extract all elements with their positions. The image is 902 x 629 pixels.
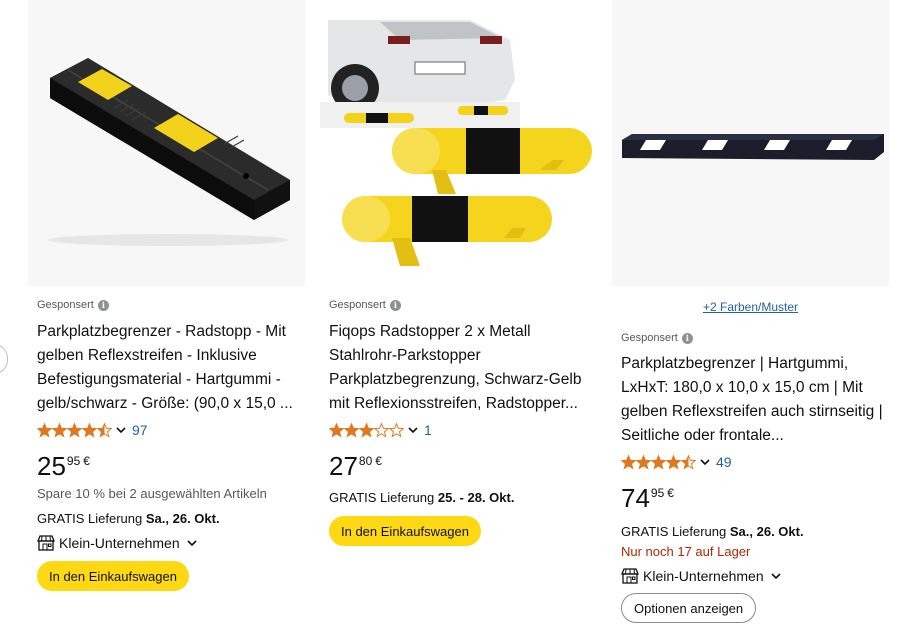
price-fraction: 80 — [358, 454, 373, 468]
wheel-stop-image — [48, 58, 290, 246]
product-image[interactable] — [28, 0, 305, 286]
badge-text: Klein-Unternehmen — [59, 535, 180, 551]
delivery-info: GRATIS Lieferung 25. - 28. Okt. — [329, 490, 591, 505]
delivery-prefix: GRATIS Lieferung — [37, 511, 146, 526]
add-to-cart-button[interactable]: In den Einkaufswagen — [329, 516, 481, 546]
info-icon[interactable]: i — [97, 299, 109, 311]
review-count-link[interactable]: 97 — [132, 422, 148, 438]
star-half-icon — [97, 422, 112, 437]
product-title-link[interactable]: Parkplatzbegrenzer | Hartgummi, LxHxT: 1… — [621, 352, 883, 448]
star-full-icon — [651, 454, 666, 469]
review-count-link[interactable]: 49 — [716, 454, 732, 470]
see-options-button[interactable]: Optionen anzeigen — [621, 593, 757, 623]
rating-row[interactable]: 1 — [329, 420, 591, 440]
delivery-prefix: GRATIS Lieferung — [621, 524, 730, 539]
currency-symbol: € — [375, 454, 382, 468]
product-title-link[interactable]: Fiqops Radstopper 2 x Metall Stahlrohr-P… — [329, 320, 591, 416]
price-whole: 27 — [329, 451, 358, 481]
delivery-prefix: GRATIS Lieferung — [329, 490, 438, 505]
carousel-prev-button[interactable] — [0, 344, 8, 374]
product-image[interactable] — [320, 0, 597, 286]
steel-parking-stopper-image — [320, 0, 597, 286]
sponsored-label[interactable]: Gesponsert i — [329, 297, 591, 313]
star-empty-icon — [389, 422, 404, 437]
star-empty-icon — [374, 422, 389, 437]
price-fraction: 95 — [66, 454, 81, 468]
star-rating[interactable] — [621, 454, 696, 470]
delivery-info: GRATIS Lieferung Sa., 26. Okt. — [37, 511, 299, 526]
star-full-icon — [329, 422, 344, 437]
star-full-icon — [666, 454, 681, 469]
stock-warning: Nur noch 17 auf Lager — [621, 544, 751, 559]
price-whole: 25 — [37, 451, 66, 481]
star-full-icon — [37, 422, 52, 437]
star-rating[interactable] — [37, 422, 112, 438]
long-wheel-stop-image — [622, 134, 884, 160]
product-card: Gesponsert i Fiqops Radstopper 2 x Metal… — [320, 0, 597, 629]
star-full-icon — [67, 422, 82, 437]
product-card: +2 Farben/Muster Gesponsert i Parkplatzb… — [612, 0, 889, 629]
chevron-down-icon[interactable] — [769, 569, 783, 583]
promo-text: Spare 10 % bei 2 ausgewählten Artikeln — [37, 486, 267, 501]
store-icon — [37, 535, 55, 551]
star-full-icon — [636, 454, 651, 469]
sponsored-text: Gesponsert — [37, 299, 94, 311]
chevron-down-icon[interactable] — [185, 536, 199, 550]
delivery-info: GRATIS Lieferung Sa., 26. Okt. — [621, 524, 883, 539]
add-to-cart-button[interactable]: In den Einkaufswagen — [37, 561, 189, 591]
price-whole: 74 — [621, 483, 650, 513]
info-icon[interactable]: i — [681, 332, 693, 344]
delivery-date: 25. - 28. Okt. — [437, 490, 515, 505]
product-image[interactable] — [612, 0, 889, 286]
product-title-link[interactable]: Parkplatzbegrenzer - Radstopp - Mit gelb… — [37, 320, 299, 416]
sponsored-label[interactable]: Gesponsert i — [621, 330, 883, 346]
currency-symbol: € — [667, 486, 674, 500]
store-icon — [621, 568, 639, 584]
small-business-badge[interactable]: Klein-Unternehmen — [37, 533, 299, 553]
rating-row[interactable]: 49 — [621, 452, 883, 472]
price[interactable]: 25 95 € — [37, 451, 299, 481]
rating-row[interactable]: 97 — [37, 420, 299, 440]
delivery-date: Sa., 26. Okt. — [729, 524, 804, 539]
price[interactable]: 74 95 € — [621, 483, 883, 513]
star-full-icon — [52, 422, 67, 437]
star-full-icon — [359, 422, 374, 437]
small-business-badge[interactable]: Klein-Unternehmen — [621, 566, 883, 586]
badge-text: Klein-Unternehmen — [643, 568, 764, 584]
chevron-down-icon[interactable] — [406, 423, 420, 437]
sponsored-text: Gesponsert — [329, 299, 386, 311]
star-rating[interactable] — [329, 422, 404, 438]
star-full-icon — [82, 422, 97, 437]
star-full-icon — [621, 454, 636, 469]
star-full-icon — [344, 422, 359, 437]
sponsored-text: Gesponsert — [621, 332, 678, 344]
star-half-icon — [681, 454, 696, 469]
info-icon[interactable]: i — [389, 299, 401, 311]
delivery-date: Sa., 26. Okt. — [145, 511, 220, 526]
product-card: Gesponsert i Parkplatzbegrenzer - Radsto… — [28, 0, 305, 629]
sponsored-label[interactable]: Gesponsert i — [37, 297, 299, 313]
price-fraction: 95 — [650, 486, 665, 500]
currency-symbol: € — [83, 454, 90, 468]
review-count-link[interactable]: 1 — [424, 422, 432, 438]
color-options-link[interactable]: +2 Farben/Muster — [612, 300, 889, 314]
chevron-down-icon[interactable] — [698, 455, 712, 469]
chevron-down-icon[interactable] — [114, 423, 128, 437]
price[interactable]: 27 80 € — [329, 451, 591, 481]
